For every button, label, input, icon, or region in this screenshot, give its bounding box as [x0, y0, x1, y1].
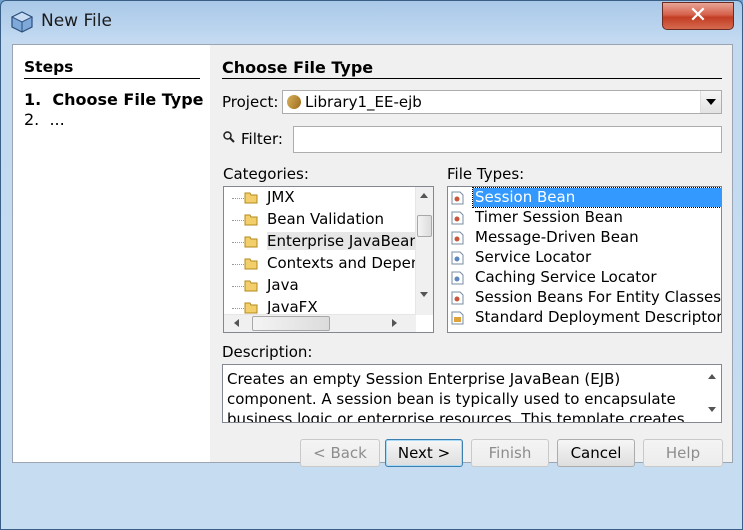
step-label: Choose File Type: [52, 90, 204, 109]
finish-button[interactable]: Finish: [471, 439, 549, 467]
close-icon: ✕: [688, 3, 708, 28]
next-button[interactable]: Next >: [385, 439, 463, 467]
vertical-scrollbar[interactable]: [704, 365, 721, 422]
filter-label: Filter:: [241, 130, 283, 148]
ejb-file-icon: [451, 291, 464, 305]
categories-label: Categories:: [223, 165, 309, 183]
help-button[interactable]: Help: [643, 439, 723, 467]
scroll-up-icon[interactable]: [420, 193, 428, 198]
back-button[interactable]: < Back: [300, 439, 380, 467]
scroll-thumb[interactable]: [417, 215, 432, 237]
step-item-1: 1. Choose File Type: [24, 90, 204, 109]
description-label: Description:: [222, 343, 313, 361]
folder-icon: [244, 192, 258, 204]
description-box: Creates an empty Session Enterprise Java…: [222, 364, 722, 423]
step-number: 1.: [24, 90, 42, 109]
horizontal-scrollbar[interactable]: [224, 314, 416, 332]
ejb-file-icon: [451, 191, 464, 205]
file-types-list[interactable]: Session Bean Timer Session Bean Message-…: [447, 186, 722, 333]
folder-icon: [244, 302, 258, 314]
steps-panel: Steps 1. Choose File Type 2. ...: [13, 45, 210, 462]
folder-icon: [244, 280, 258, 292]
description-text: Creates an empty Session Enterprise Java…: [227, 370, 685, 423]
title-divider: [222, 78, 722, 79]
project-icon: [285, 93, 303, 111]
scroll-right-icon[interactable]: [392, 319, 397, 327]
chevron-down-icon[interactable]: [700, 91, 721, 113]
ejb-file-icon: [451, 211, 464, 225]
vertical-scrollbar[interactable]: [415, 187, 433, 315]
netbeans-cube-icon: [11, 11, 33, 33]
steps-title: Steps: [24, 58, 74, 76]
cancel-button[interactable]: Cancel: [557, 439, 635, 467]
steps-divider: [24, 78, 200, 79]
categories-list[interactable]: JMX Bean Validation Enterprise JavaBeans…: [223, 186, 434, 333]
page-title: Choose File Type: [222, 58, 374, 77]
project-value: Library1_EE-ejb: [305, 93, 422, 111]
filter-input[interactable]: [293, 126, 722, 153]
project-label: Project:: [222, 93, 279, 111]
ejb-file-icon: [451, 251, 464, 265]
folder-icon: [244, 214, 258, 226]
title-bar[interactable]: New File ✕: [1, 1, 742, 43]
scroll-down-icon[interactable]: [420, 292, 428, 297]
step-label: ...: [49, 110, 65, 129]
step-number: 2.: [24, 110, 40, 129]
scroll-thumb[interactable]: [252, 316, 330, 331]
new-file-dialog: New File ✕ Steps 1. Choose File Type 2. …: [0, 0, 743, 530]
close-button[interactable]: ✕: [662, 2, 734, 30]
xml-file-icon: [451, 311, 464, 325]
folder-icon: [244, 236, 258, 248]
ejb-file-icon: [451, 231, 464, 245]
search-icon: [223, 131, 235, 143]
step-item-2: 2. ...: [24, 110, 65, 129]
ejb-file-icon: [451, 271, 464, 285]
scroll-up-icon[interactable]: [708, 374, 716, 379]
project-combobox[interactable]: Library1_EE-ejb: [282, 90, 722, 114]
file-types-label: File Types:: [447, 165, 525, 183]
folder-icon: [244, 258, 258, 270]
dialog-content: Steps 1. Choose File Type 2. ... Choose …: [12, 44, 733, 463]
scroll-down-icon[interactable]: [708, 407, 716, 412]
scroll-left-icon[interactable]: [234, 319, 239, 327]
window-title: New File: [41, 11, 112, 31]
